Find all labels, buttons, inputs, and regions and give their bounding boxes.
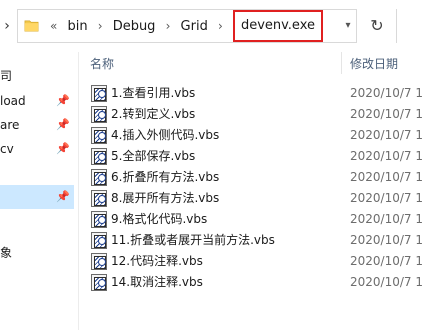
- search-input[interactable]: [396, 9, 423, 43]
- column-header-row: 名称 修改日期: [80, 52, 423, 74]
- nav-item[interactable]: are 📌: [0, 113, 74, 137]
- file-row[interactable]: 9.格式化代码.vbs 2020/10/7 1:: [80, 209, 423, 230]
- vbs-script-icon: [91, 274, 107, 291]
- vbs-script-icon: [91, 211, 107, 228]
- nav-item-label: load: [0, 94, 26, 108]
- file-date: 2020/10/7 1:: [350, 107, 423, 121]
- breadcrumb: « bin › Debug › Grid › devenv.exe: [44, 10, 323, 42]
- file-date: 2020/10/7 1:: [350, 149, 423, 163]
- column-header-name[interactable]: 名称: [90, 55, 114, 72]
- file-date: 2020/10/7 1:: [350, 254, 423, 268]
- refresh-icon[interactable]: ↻: [362, 9, 392, 43]
- vbs-script-icon: [91, 253, 107, 270]
- file-row[interactable]: 8.展开所有方法.vbs 2020/10/7 1:: [80, 188, 423, 209]
- nav-item[interactable]: load 📌: [0, 89, 74, 113]
- file-row[interactable]: 6.折叠所有方法.vbs 2020/10/7 1:: [80, 167, 423, 188]
- address-bar[interactable]: « bin › Debug › Grid › devenv.exe ▾: [17, 9, 357, 43]
- file-date: 2020/10/7 1:: [350, 128, 423, 142]
- vbs-script-icon: [91, 127, 107, 144]
- file-name: 2.转到定义.vbs: [111, 107, 196, 121]
- pin-icon: 📌: [56, 94, 70, 107]
- file-name: 5.全部保存.vbs: [111, 149, 196, 163]
- breadcrumb-overflow[interactable]: «: [50, 19, 57, 33]
- pin-icon: 📌: [56, 142, 70, 155]
- file-date: 2020/10/7 1: [350, 233, 423, 247]
- nav-item[interactable]: cv 📌: [0, 137, 74, 161]
- breadcrumb-item-grid[interactable]: Grid: [181, 19, 208, 34]
- file-date: 2020/10/7 1:: [350, 275, 423, 289]
- breadcrumb-item-current[interactable]: devenv.exe: [232, 10, 323, 42]
- file-date: 2020/10/7 1:: [350, 212, 423, 226]
- nav-item-label: 象: [0, 246, 13, 260]
- file-rows: 1.查看引用.vbs 2020/10/7 1: 2.转到定义.vbs 2020/…: [80, 83, 423, 293]
- breadcrumb-separator[interactable]: ›: [218, 19, 223, 33]
- file-row[interactable]: 11.折叠或者展开当前方法.vbs 2020/10/7 1: [80, 230, 423, 251]
- file-date: 2020/10/7 1:: [350, 191, 423, 205]
- address-toolbar: › « bin › Debug › Grid › devenv.exe ▾ ↻: [0, 0, 423, 52]
- breadcrumb-separator[interactable]: ›: [98, 19, 103, 33]
- folder-icon: [24, 20, 39, 32]
- file-name: 6.折叠所有方法.vbs: [111, 170, 220, 184]
- up-arrow-icon[interactable]: ›: [0, 14, 14, 38]
- nav-item[interactable]: 司: [0, 64, 74, 88]
- nav-item[interactable]: 象: [0, 241, 74, 265]
- pin-icon: 📌: [56, 118, 70, 131]
- vbs-script-icon: [91, 106, 107, 123]
- pin-icon: 📌: [56, 190, 70, 203]
- file-name: 14.取消注释.vbs: [111, 275, 203, 289]
- nav-item-label: cv: [0, 142, 14, 156]
- nav-item-label: 司: [0, 69, 13, 83]
- vbs-script-icon: [91, 169, 107, 186]
- file-name: 8.展开所有方法.vbs: [111, 191, 220, 205]
- breadcrumb-separator[interactable]: ›: [166, 19, 171, 33]
- file-name: 9.格式化代码.vbs: [111, 212, 208, 226]
- file-row[interactable]: 2.转到定义.vbs 2020/10/7 1:: [80, 104, 423, 125]
- file-name: 11.折叠或者展开当前方法.vbs: [111, 233, 275, 247]
- nav-item-selected[interactable]: 📌: [0, 185, 74, 209]
- nav-item-label: are: [0, 118, 20, 132]
- file-row[interactable]: 4.插入外侧代码.vbs 2020/10/7 1:: [80, 125, 423, 146]
- file-list: 名称 修改日期 1.查看引用.vbs 2020/10/7 1: 2.转到定义.v…: [80, 52, 423, 330]
- vbs-script-icon: [91, 190, 107, 207]
- column-header-date-modified[interactable]: 修改日期: [350, 55, 398, 72]
- file-date: 2020/10/7 1:: [350, 86, 423, 100]
- file-name: 12.代码注释.vbs: [111, 254, 203, 268]
- chevron-down-icon[interactable]: ▾: [340, 10, 356, 42]
- file-name: 1.查看引用.vbs: [111, 86, 196, 100]
- vbs-script-icon: [91, 85, 107, 102]
- file-row[interactable]: 14.取消注释.vbs 2020/10/7 1:: [80, 272, 423, 293]
- vbs-script-icon: [91, 232, 107, 249]
- file-row[interactable]: 1.查看引用.vbs 2020/10/7 1:: [80, 83, 423, 104]
- file-row[interactable]: 12.代码注释.vbs 2020/10/7 1:: [80, 251, 423, 272]
- column-resize-handle[interactable]: [341, 52, 342, 74]
- vbs-script-icon: [91, 148, 107, 165]
- file-date: 2020/10/7 1:: [350, 170, 423, 184]
- breadcrumb-item-debug[interactable]: Debug: [113, 19, 156, 34]
- navigation-pane: 司 load 📌 are 📌 cv 📌 📌 象: [0, 52, 74, 330]
- breadcrumb-item-bin[interactable]: bin: [67, 19, 87, 34]
- file-row[interactable]: 5.全部保存.vbs 2020/10/7 1:: [80, 146, 423, 167]
- file-name: 4.插入外侧代码.vbs: [111, 128, 220, 142]
- pane-divider[interactable]: [78, 52, 79, 330]
